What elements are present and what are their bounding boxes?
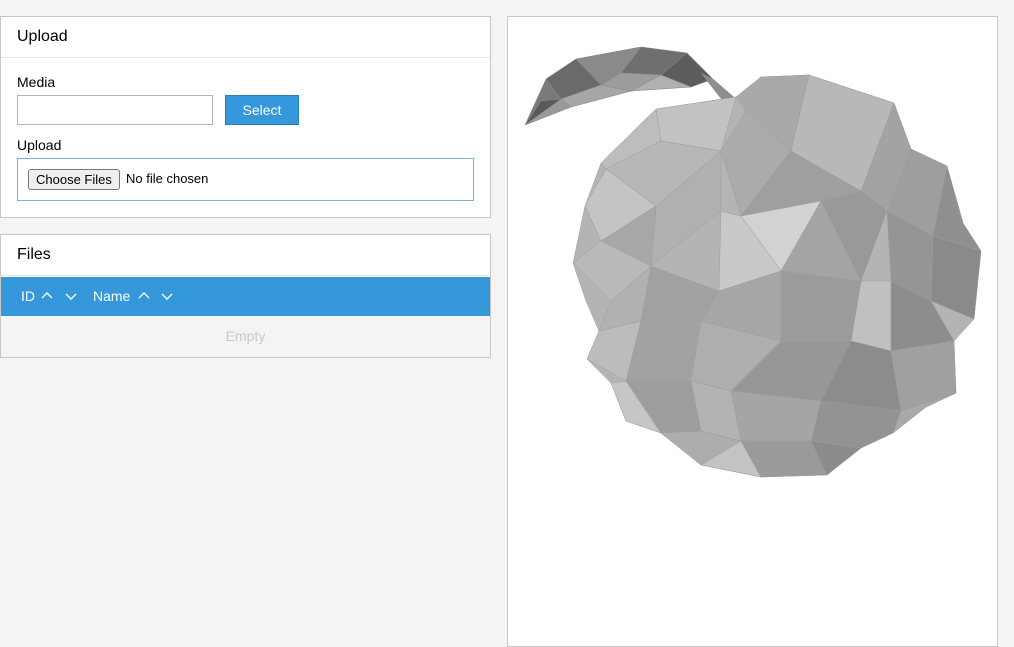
chevron-down-icon[interactable] <box>65 290 77 302</box>
apple-preview-image <box>524 46 982 478</box>
upload-label: Upload <box>17 137 62 153</box>
choose-files-button[interactable]: Choose Files <box>28 169 120 190</box>
select-button[interactable]: Select <box>225 95 299 125</box>
files-panel-title: Files <box>1 235 490 276</box>
apple-stem <box>700 72 737 102</box>
file-upload-field: Choose Files No file chosen <box>17 158 474 201</box>
upload-panel-title: Upload <box>1 17 490 58</box>
upload-panel: Upload Media Select Upload Choose Files … <box>0 16 491 218</box>
files-panel: Files ID Name Empty <box>0 234 491 358</box>
chevron-down-icon[interactable] <box>161 290 173 302</box>
media-label: Media <box>17 74 56 90</box>
files-table-header: ID Name <box>1 277 490 316</box>
media-input[interactable] <box>17 95 213 125</box>
empty-table-message: Empty <box>1 316 490 357</box>
preview-panel <box>507 16 998 647</box>
chevron-up-icon[interactable] <box>138 290 150 302</box>
no-file-chosen-text: No file chosen <box>126 171 209 186</box>
chevron-up-icon[interactable] <box>41 290 53 302</box>
column-header-id[interactable]: ID <box>21 277 35 316</box>
column-header-name[interactable]: Name <box>93 277 130 316</box>
apple-body <box>572 74 982 478</box>
